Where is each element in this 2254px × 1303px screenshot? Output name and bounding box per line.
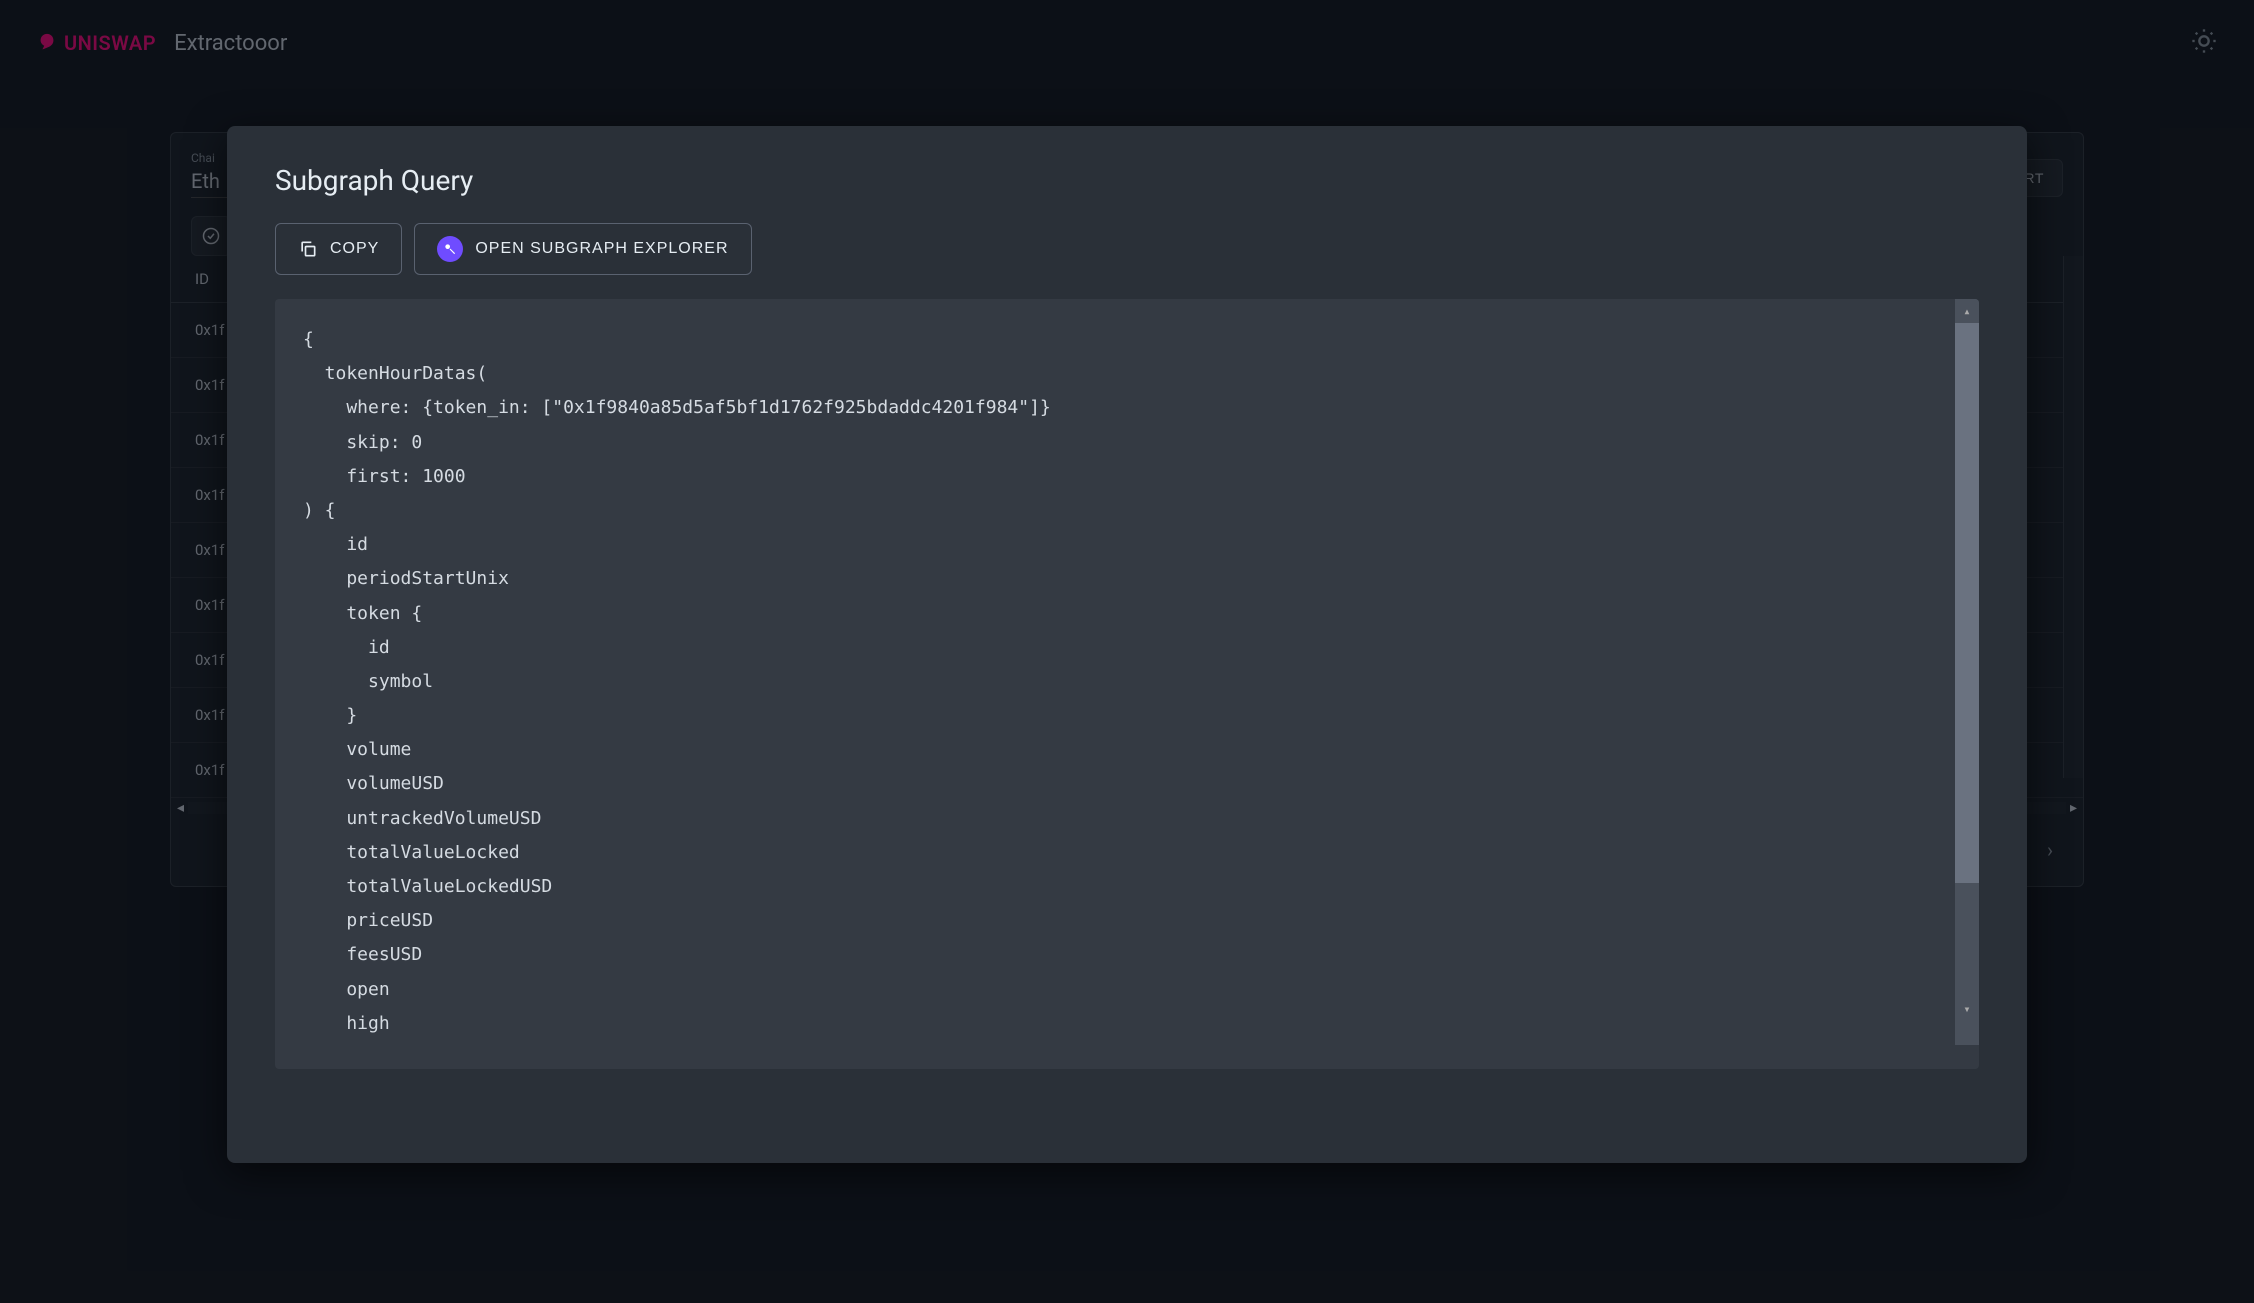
subgraph-query-modal: Subgraph Query COPY OPEN SUBGRAPH EXPLOR… [227, 126, 2027, 1163]
open-explorer-button[interactable]: OPEN SUBGRAPH EXPLORER [414, 223, 751, 275]
graph-protocol-icon [437, 236, 463, 262]
copy-label: COPY [330, 240, 379, 258]
code-vertical-scrollbar[interactable]: ▴ ▾ [1955, 299, 1979, 1045]
copy-icon [298, 239, 318, 259]
modal-title: Subgraph Query [275, 164, 1979, 197]
query-code-block[interactable]: { tokenHourDatas( where: {token_in: ["0x… [275, 299, 1979, 1069]
scroll-down-arrow[interactable]: ▾ [1955, 997, 1979, 1021]
resize-handle[interactable] [1955, 1045, 1979, 1069]
modal-actions: COPY OPEN SUBGRAPH EXPLORER [275, 223, 1979, 275]
query-code-text: { tokenHourDatas( where: {token_in: ["0x… [303, 329, 1051, 1034]
modal-overlay[interactable]: Subgraph Query COPY OPEN SUBGRAPH EXPLOR… [0, 0, 2254, 1303]
explorer-label: OPEN SUBGRAPH EXPLORER [475, 240, 728, 258]
copy-button[interactable]: COPY [275, 223, 402, 275]
scroll-up-arrow[interactable]: ▴ [1955, 299, 1979, 323]
scroll-thumb[interactable] [1955, 323, 1979, 883]
